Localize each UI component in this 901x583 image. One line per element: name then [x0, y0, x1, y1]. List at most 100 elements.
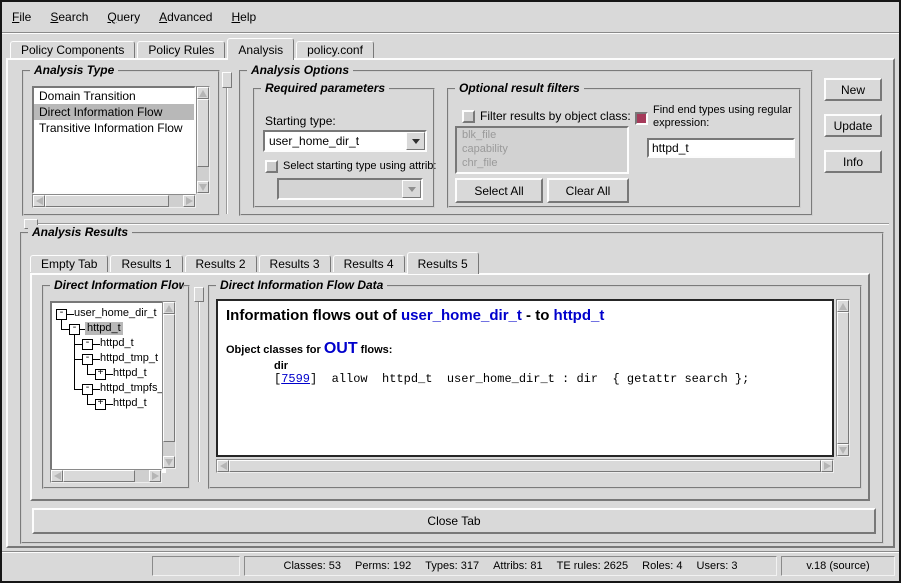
- tree-node-label[interactable]: httpd_t: [98, 337, 136, 350]
- info-button[interactable]: Info: [824, 150, 882, 173]
- close-tab-button[interactable]: Close Tab: [32, 508, 876, 534]
- tab-empty[interactable]: Empty Tab: [30, 255, 108, 272]
- regex-input[interactable]: [647, 138, 795, 158]
- menu-help[interactable]: Help: [231, 10, 256, 24]
- dropdown-arrow-icon[interactable]: [406, 132, 425, 150]
- flow-subheading: Object classes for OUT flows:: [226, 340, 824, 358]
- tree-expander-icon[interactable]: -: [82, 339, 93, 350]
- scroll-up-icon[interactable]: [837, 300, 849, 312]
- tree-node-label[interactable]: httpd_tmp_t: [98, 352, 160, 365]
- flow-heading: Information flows out of user_home_dir_t…: [226, 306, 824, 326]
- tree-node-label[interactable]: user_home_dir_t: [72, 307, 159, 320]
- scroll-left-icon[interactable]: [51, 470, 63, 482]
- tree-data-sash-line: [198, 302, 200, 482]
- flow-tree-group: Direct Information Flow Tree: [42, 285, 190, 489]
- regex-checkbox[interactable]: [635, 112, 648, 125]
- scroll-right-icon[interactable]: [149, 470, 161, 482]
- status-version-panel: v.18 (source): [781, 556, 895, 576]
- select-all-button[interactable]: Select All: [455, 178, 543, 203]
- optional-result-filters-group: Optional result filters Filter results b…: [447, 88, 801, 208]
- scrollbar-thumb[interactable]: [229, 460, 821, 472]
- attrib-checkbox[interactable]: [265, 160, 278, 173]
- rule-number-link[interactable]: 7599: [281, 372, 310, 386]
- flow-direction-text: OUT: [324, 340, 358, 357]
- scroll-down-icon[interactable]: [837, 444, 849, 456]
- list-item-transitive-information-flow[interactable]: Transitive Information Flow: [34, 120, 194, 136]
- filter-by-object-class-label: Filter results by object class:: [480, 109, 631, 123]
- flow-data-vscrollbar[interactable]: [836, 299, 850, 457]
- tab-results-1[interactable]: Results 1: [110, 255, 182, 272]
- target-type-text: httpd_t: [554, 307, 605, 324]
- options-pane-sash[interactable]: [222, 72, 232, 88]
- tree-expander-icon[interactable]: +: [95, 399, 106, 410]
- flow-tree-hscrollbar[interactable]: [50, 469, 162, 483]
- flow-tree: - user_home_dir_t - httpd_t - httpd_t - …: [50, 301, 166, 473]
- filter-by-object-class-checkbox[interactable]: [462, 110, 475, 123]
- menu-file[interactable]: File: [12, 10, 31, 24]
- menu-query[interactable]: Query: [107, 10, 140, 24]
- tree-data-sash[interactable]: [194, 287, 204, 302]
- tree-node-label-selected[interactable]: httpd_t: [85, 322, 123, 335]
- clear-all-button[interactable]: Clear All: [547, 178, 629, 203]
- tree-expander-icon[interactable]: -: [82, 384, 93, 395]
- scroll-left-icon[interactable]: [33, 195, 45, 207]
- flow-tree-vscrollbar[interactable]: [162, 301, 176, 469]
- status-stats-panel: Classes: 53 Perms: 192 Types: 317 Attrib…: [244, 556, 777, 576]
- analysis-type-hscrollbar[interactable]: [32, 194, 196, 208]
- scroll-down-icon[interactable]: [163, 456, 175, 468]
- list-item-direct-information-flow[interactable]: Direct Information Flow: [34, 104, 194, 120]
- scrollbar-thumb[interactable]: [63, 470, 135, 482]
- options-pane-sash-line: [226, 88, 228, 214]
- scrollbar-thumb[interactable]: [163, 314, 175, 442]
- menu-separator: [2, 32, 899, 34]
- tree-expander-icon[interactable]: -: [69, 324, 80, 335]
- object-class-listbox: blk_file capability chr_file: [455, 126, 629, 174]
- analysis-options-group: Analysis Options Required parameters Sta…: [239, 70, 813, 216]
- menu-advanced[interactable]: Advanced: [159, 10, 212, 24]
- list-item-domain-transition[interactable]: Domain Transition: [34, 88, 194, 104]
- rule-line: [7599] allow httpd_t user_home_dir_t : d…: [274, 372, 824, 386]
- tree-node-label[interactable]: httpd_t: [111, 367, 149, 380]
- flow-data-title: Direct Information Flow Data: [216, 278, 387, 292]
- tab-results-2[interactable]: Results 2: [185, 255, 257, 272]
- flow-data-hscrollbar[interactable]: [216, 459, 834, 473]
- results-content-panel: Direct Information Flow Tree: [30, 273, 870, 501]
- tab-policy-components[interactable]: Policy Components: [10, 41, 135, 58]
- scroll-up-icon[interactable]: [197, 87, 209, 99]
- scroll-up-icon[interactable]: [163, 302, 175, 314]
- tree-expander-icon[interactable]: +: [95, 369, 106, 380]
- tree-node-label[interactable]: httpd_tmpfs_t: [98, 382, 166, 395]
- analysis-type-vscrollbar[interactable]: [196, 86, 210, 194]
- tab-policy-conf[interactable]: policy.conf: [296, 41, 374, 58]
- update-button[interactable]: Update: [824, 114, 882, 137]
- stat-roles: Roles: 4: [642, 560, 682, 572]
- starting-type-combobox[interactable]: user_home_dir_t: [263, 130, 427, 152]
- menu-search[interactable]: Search: [50, 10, 88, 24]
- menu-bar: File Search Query Advanced Help: [2, 2, 899, 32]
- tree-node-label[interactable]: httpd_t: [111, 397, 149, 410]
- analysis-type-title: Analysis Type: [30, 63, 118, 77]
- scrollbar-thumb[interactable]: [837, 312, 849, 444]
- new-button[interactable]: New: [824, 78, 882, 101]
- flow-data-textarea[interactable]: Information flows out of user_home_dir_t…: [216, 299, 834, 457]
- tab-policy-rules[interactable]: Policy Rules: [137, 41, 225, 58]
- scroll-left-icon[interactable]: [217, 460, 229, 472]
- status-left-panel: [152, 556, 240, 576]
- tree-expander-icon[interactable]: -: [82, 354, 93, 365]
- starting-type-value[interactable]: user_home_dir_t: [265, 132, 406, 150]
- attrib-combobox: [277, 178, 423, 200]
- tab-results-5[interactable]: Results 5: [407, 252, 479, 274]
- scroll-right-icon[interactable]: [183, 195, 195, 207]
- tab-results-4[interactable]: Results 4: [333, 255, 405, 272]
- tab-analysis[interactable]: Analysis: [227, 38, 294, 60]
- stat-users: Users: 3: [697, 560, 738, 572]
- tab-results-3[interactable]: Results 3: [259, 255, 331, 272]
- analysis-type-listbox: Domain Transition Direct Information Flo…: [32, 86, 196, 194]
- scrollbar-thumb[interactable]: [197, 99, 209, 167]
- scroll-right-icon[interactable]: [821, 460, 833, 472]
- tree-expander-icon[interactable]: -: [56, 309, 67, 320]
- required-parameters-title: Required parameters: [261, 81, 389, 95]
- scroll-down-icon[interactable]: [197, 181, 209, 193]
- analysis-type-group: Analysis Type Domain Transition Direct I…: [22, 70, 220, 216]
- scrollbar-thumb[interactable]: [45, 195, 169, 207]
